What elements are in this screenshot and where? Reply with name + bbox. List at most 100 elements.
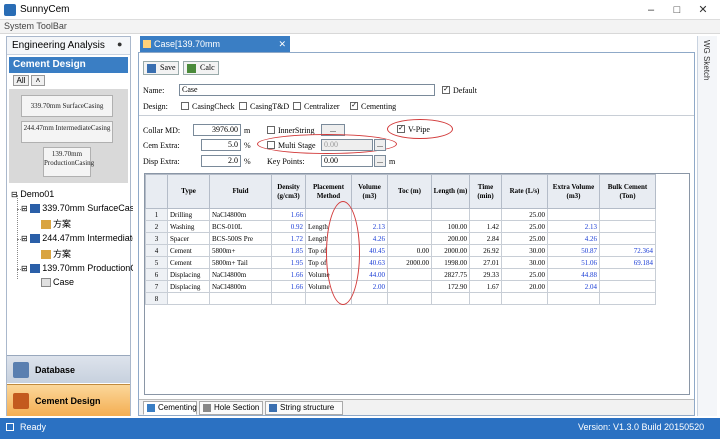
tab-hole-section[interactable]: Hole Section <box>199 401 263 415</box>
table-cell[interactable]: 2000.00 <box>387 256 432 269</box>
table-cell[interactable]: 30.00 <box>501 244 548 257</box>
table-cell[interactable]: 1.95 <box>271 256 306 269</box>
vpipe-checkbox[interactable]: ✓ <box>397 125 405 133</box>
column-header[interactable]: Volume (m3) <box>351 174 388 209</box>
table-cell[interactable]: BCS-500S Pre <box>209 232 272 245</box>
table-cell[interactable] <box>599 208 656 221</box>
table-cell[interactable]: Displacing <box>167 268 210 281</box>
table-cell[interactable] <box>387 232 432 245</box>
save-button[interactable]: Save <box>143 61 179 75</box>
table-cell[interactable] <box>431 208 470 221</box>
table-cell[interactable] <box>547 208 600 221</box>
table-row[interactable]: 5 Cement 5800m+ Tail 1.95 Top of 40.63 2000.00… <box>145 256 656 269</box>
table-row[interactable]: 2 Washing BCS-010L 0.92 Length 2.13 100.00 1.42… <box>145 220 656 233</box>
column-header[interactable]: Extra Volume (m3) <box>547 174 600 209</box>
table-cell[interactable]: 30.00 <box>501 256 548 269</box>
table-cell[interactable] <box>387 220 432 233</box>
table-cell[interactable]: Cement <box>167 256 210 269</box>
table-cell[interactable]: 0.00 <box>387 244 432 257</box>
tab-string-structure[interactable]: String structure <box>265 401 343 415</box>
table-cell[interactable]: 25.00 <box>501 232 548 245</box>
table-cell[interactable]: 0.92 <box>271 220 306 233</box>
table-cell[interactable]: 51.06 <box>547 256 600 269</box>
pin-icon[interactable]: ● <box>117 39 122 49</box>
table-cell[interactable]: 200.00 <box>431 232 470 245</box>
table-cell[interactable] <box>599 280 656 293</box>
tree-leaf-intermediate[interactable]: 方案 <box>41 247 71 260</box>
tab-case[interactable]: Case[139.70mm ProductionCasing] ✕ <box>140 36 290 65</box>
table-row[interactable]: 7 Displacing NaCl4800m 1.66 Volume 2.00 172.90… <box>145 280 656 293</box>
table-cell[interactable] <box>599 220 656 233</box>
table-cell[interactable]: 69.184 <box>599 256 656 269</box>
casingtd-checkbox[interactable] <box>239 102 247 110</box>
table-cell[interactable] <box>501 292 548 305</box>
table-cell[interactable]: 1.72 <box>271 232 306 245</box>
collapse-up-button[interactable]: ˄ <box>31 75 45 86</box>
table-cell[interactable]: NaCl4800m <box>209 280 272 293</box>
innerstring-checkbox[interactable] <box>267 126 275 134</box>
table-cell[interactable]: 26.92 <box>469 244 502 257</box>
table-cell[interactable] <box>351 208 388 221</box>
table-row[interactable]: 8 <box>145 292 656 305</box>
table-cell[interactable]: 1.66 <box>271 208 306 221</box>
table-cell[interactable]: 20.00 <box>501 280 548 293</box>
table-row[interactable]: 4 Cement 5800m+ 1.85 Top of 40.45 0.00 2000.00 2… <box>145 244 656 257</box>
table-cell[interactable]: 50.87 <box>547 244 600 257</box>
table-cell[interactable]: 44.88 <box>547 268 600 281</box>
table-cell[interactable] <box>469 208 502 221</box>
table-cell[interactable] <box>387 208 432 221</box>
table-cell[interactable]: 72.364 <box>599 244 656 257</box>
column-header[interactable]: Length (m) <box>431 174 470 209</box>
column-header[interactable]: Toc (m) <box>387 174 432 209</box>
multi-stage-checkbox[interactable] <box>267 141 275 149</box>
table-cell[interactable] <box>599 268 656 281</box>
cementing-checkbox[interactable]: ✓ <box>350 102 358 110</box>
multi-stage-button[interactable]: ... <box>374 139 386 151</box>
key-points-input[interactable]: 0.00 <box>321 155 373 167</box>
table-cell[interactable]: 2000.00 <box>431 244 470 257</box>
tab-close-icon[interactable]: ✕ <box>278 36 286 52</box>
table-cell[interactable]: Spacer <box>167 232 210 245</box>
table-cell[interactable]: 2.84 <box>469 232 502 245</box>
table-cell[interactable]: 25.00 <box>501 220 548 233</box>
table-cell[interactable]: 5800m+ Tail <box>209 256 272 269</box>
table-cell[interactable]: 4.26 <box>547 232 600 245</box>
column-header[interactable]: Time (min) <box>469 174 502 209</box>
table-cell[interactable]: 172.90 <box>431 280 470 293</box>
nav-cement-design[interactable]: Cement Design <box>7 384 130 416</box>
fluid-table[interactable]: Type Fluid Density (g/cm3) Placement Met… <box>144 173 690 395</box>
table-cell[interactable]: 25.00 <box>501 268 548 281</box>
table-cell[interactable] <box>351 292 388 305</box>
close-button[interactable]: ✕ <box>690 2 716 18</box>
system-toolbar[interactable]: System ToolBar <box>0 20 720 34</box>
table-cell[interactable] <box>387 292 432 305</box>
cem-extra-input[interactable]: 5.0 <box>201 139 241 151</box>
table-cell[interactable]: 1998.00 <box>431 256 470 269</box>
table-cell[interactable] <box>387 268 432 281</box>
table-cell[interactable]: 1.66 <box>271 280 306 293</box>
table-cell[interactable]: 25.00 <box>501 208 548 221</box>
table-cell[interactable]: Drilling <box>167 208 210 221</box>
minimize-button[interactable]: – <box>638 2 664 18</box>
column-header[interactable]: Rate (L/s) <box>501 174 548 209</box>
tab-cementing[interactable]: Cementing <box>143 401 197 415</box>
table-cell[interactable] <box>599 232 656 245</box>
tree-leaf-surface[interactable]: 方案 <box>41 217 71 230</box>
table-row[interactable]: 6 Displacing NaCl4800m 1.66 Volume 44.00 2827.… <box>145 268 656 281</box>
tree-leaf-case[interactable]: Case <box>41 277 74 288</box>
table-cell[interactable]: 1.42 <box>469 220 502 233</box>
casing-intermediate[interactable]: 244.47mm IntermediateCasing <box>21 121 113 143</box>
column-header[interactable]: Density (g/cm3) <box>271 174 306 209</box>
multi-stage-input[interactable]: 0.00 <box>321 139 373 151</box>
table-cell[interactable]: 1.67 <box>469 280 502 293</box>
table-cell[interactable]: NaCl4800m <box>209 208 272 221</box>
all-button[interactable]: All <box>13 75 29 86</box>
table-cell[interactable] <box>469 292 502 305</box>
table-cell[interactable]: 1.85 <box>271 244 306 257</box>
tree-root[interactable]: ⊟ Demo01 <box>11 189 54 199</box>
default-checkbox[interactable]: ✓ <box>442 86 450 94</box>
table-cell[interactable]: 2.13 <box>547 220 600 233</box>
table-cell[interactable]: NaCl4800m <box>209 268 272 281</box>
tree-node-intermediate[interactable]: ⊟ 244.47mm IntermediateCasing <box>21 233 133 244</box>
column-header[interactable]: Type <box>167 174 210 209</box>
